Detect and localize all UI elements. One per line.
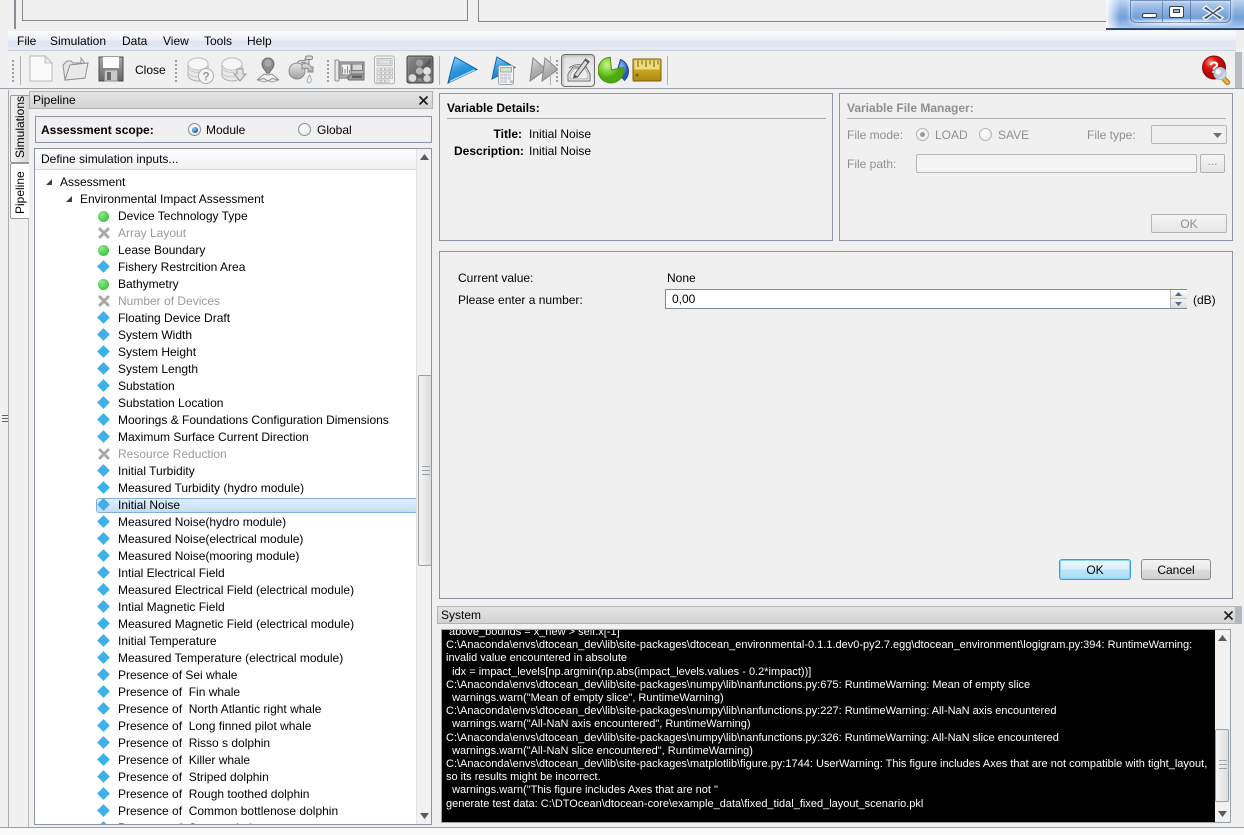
svg-text:?: ? [202,70,209,84]
